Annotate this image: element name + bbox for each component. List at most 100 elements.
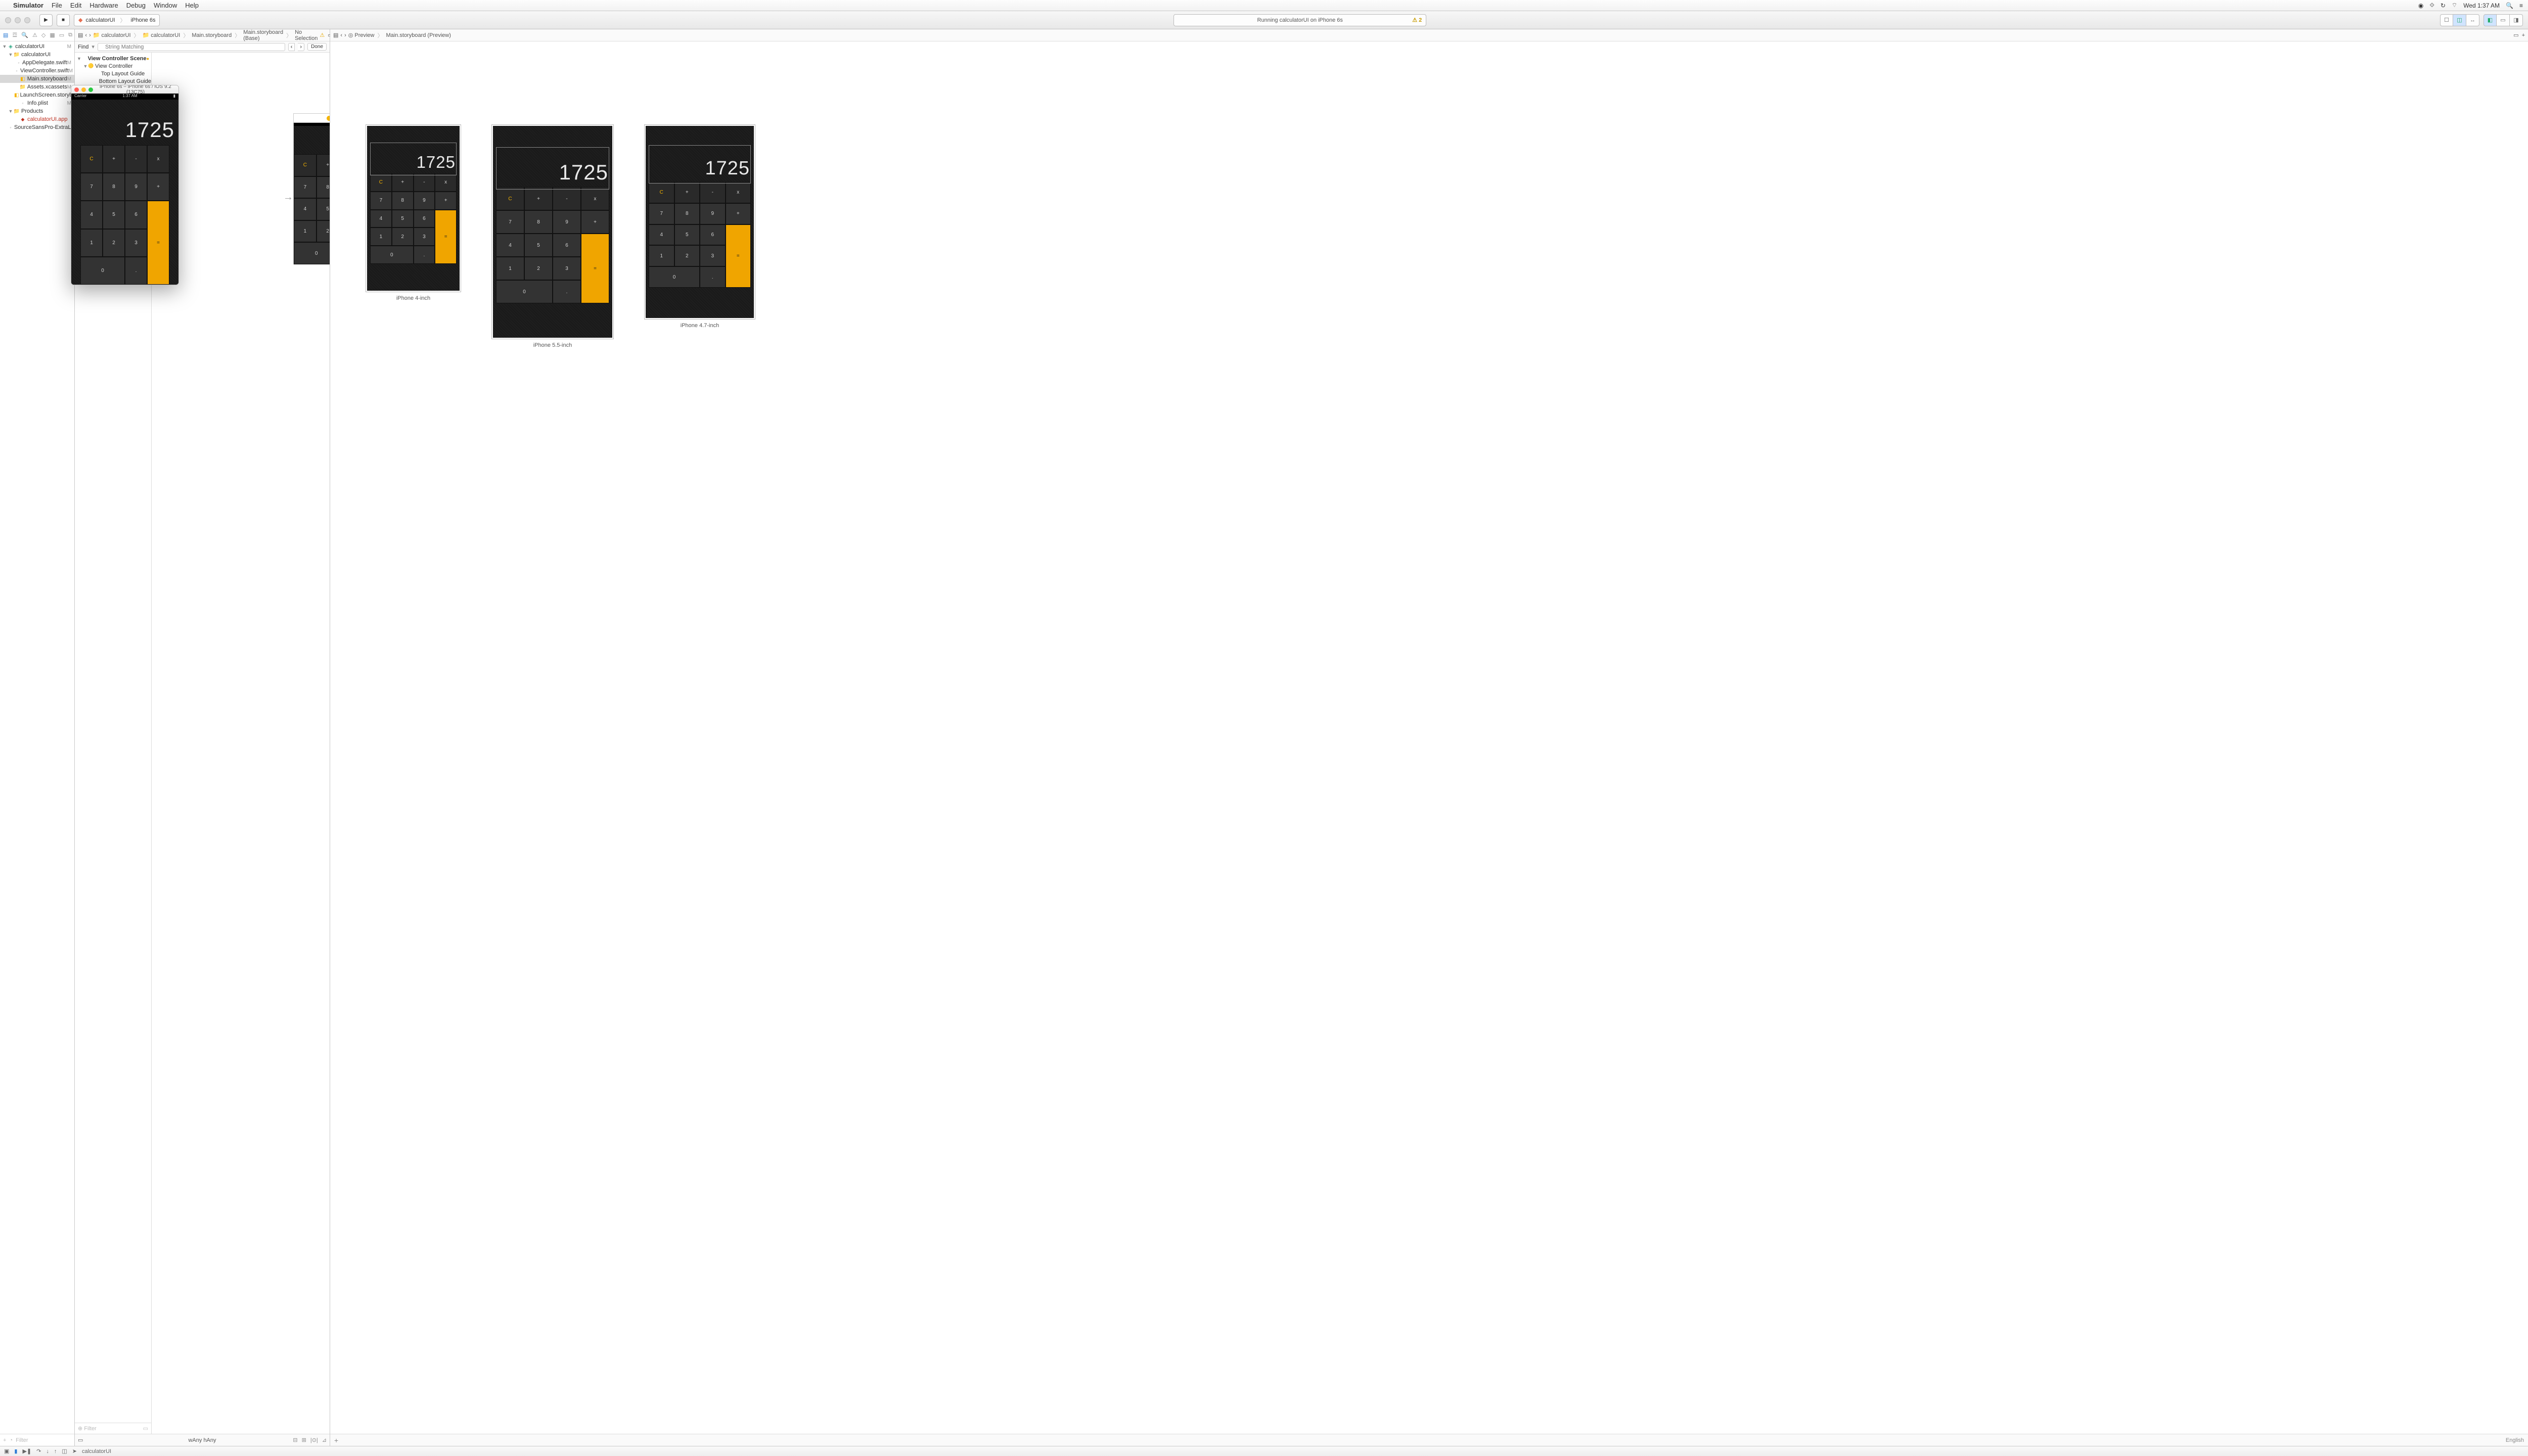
resize-tool-icon[interactable]: ⊿ (322, 1437, 327, 1443)
calc-key[interactable]: x (726, 182, 751, 203)
filter-recent-icon[interactable]: ◔ (9, 1437, 13, 1443)
toggle-utilities-button[interactable]: ◨ (2510, 14, 2523, 26)
menu-window[interactable]: Window (154, 2, 177, 9)
symbol-navigator-tab-icon[interactable]: ☲ (12, 32, 17, 38)
menu-debug[interactable]: Debug (126, 2, 146, 9)
view-controller-dock-icon[interactable] (327, 116, 330, 121)
menu-file[interactable]: File (52, 2, 62, 9)
debug-toggle-icon[interactable]: ▣ (4, 1448, 9, 1454)
calc-key[interactable]: 2 (103, 229, 125, 257)
spotlight-icon[interactable]: 🔍 (2506, 2, 2513, 9)
jump-warn-icon[interactable]: ⚠ (320, 32, 325, 38)
calc-key[interactable]: 5 (674, 224, 700, 246)
calc-key[interactable]: 0 (496, 280, 553, 303)
view-controller-scene[interactable]: 1725 C+-x789+456=1230.= (293, 113, 330, 264)
calc-key[interactable]: . (414, 246, 435, 264)
add-target-icon[interactable]: + (3, 1437, 6, 1443)
calc-key[interactable]: - (125, 145, 147, 173)
calc-key[interactable]: C (80, 145, 103, 173)
activity-warning-badge[interactable]: ⚠ 2 (1412, 17, 1422, 23)
calc-key[interactable]: - (414, 173, 435, 192)
calc-key[interactable]: + (581, 210, 609, 234)
project-tree-row[interactable]: Info.plistM (0, 99, 74, 107)
back-button-icon[interactable]: ‹ (85, 32, 87, 38)
calc-key[interactable]: 4 (294, 198, 317, 220)
calc-key[interactable]: + (103, 145, 125, 173)
calc-key[interactable]: + (435, 192, 457, 210)
project-tree-row[interactable]: AppDelegate.swiftM (0, 59, 74, 67)
breakpoint-navigator-tab-icon[interactable]: ▭ (59, 32, 64, 38)
calc-key[interactable]: 1 (80, 229, 103, 257)
preview-device[interactable]: 1725C+-x789+456=1230.=iPhone 4.7-inch (644, 124, 755, 329)
project-tree-row[interactable]: Assets.xcassetsM (0, 83, 74, 91)
jump-bar-left[interactable]: ▤ ‹ › 📁calculatorUI〉 📁calculatorUI〉 Main… (75, 29, 330, 41)
calc-key[interactable]: 1 (496, 257, 524, 280)
find-prev-icon[interactable]: ‹ (288, 43, 295, 51)
add-preview-device-button[interactable]: + (334, 1436, 338, 1444)
window-traffic-lights[interactable] (5, 17, 30, 23)
scheme-selector[interactable]: ◆ calculatorUI 〉 iPhone 6s (74, 14, 160, 26)
menu-help[interactable]: Help (185, 2, 199, 9)
notification-center-icon[interactable]: ≡ (2519, 2, 2523, 9)
calc-key[interactable]: x (435, 173, 457, 192)
test-navigator-tab-icon[interactable]: ◇ (41, 32, 46, 38)
calc-key[interactable]: + (392, 173, 414, 192)
filter-placeholder[interactable]: Filter (16, 1437, 71, 1443)
outline-row[interactable]: ▼View Controller Scene● (75, 55, 151, 62)
calc-key[interactable]: 9 (414, 192, 435, 210)
calc-key[interactable]: 8 (103, 173, 125, 201)
calc-key[interactable]: 4 (496, 234, 524, 257)
calc-key[interactable]: 7 (370, 192, 392, 210)
preview-language-selector[interactable]: English (2506, 1437, 2524, 1443)
standard-editor-button[interactable]: ☐ (2440, 14, 2453, 26)
calc-key[interactable]: 7 (496, 210, 524, 234)
calc-key[interactable]: + (317, 154, 330, 176)
calc-key[interactable]: C (496, 187, 524, 210)
related-items-icon[interactable]: ▤ (78, 32, 83, 38)
debug-target[interactable]: calculatorUI (82, 1448, 111, 1454)
calc-key[interactable]: + (147, 173, 169, 201)
status-sync-icon[interactable]: ↻ (2441, 2, 2446, 9)
calc-key[interactable]: 5 (317, 198, 330, 220)
calc-key[interactable]: 3 (553, 257, 581, 280)
sim-minimize-icon[interactable] (81, 87, 86, 92)
toggle-navigator-button[interactable]: ◧ (2484, 14, 2497, 26)
calc-key[interactable]: 1 (370, 228, 392, 246)
calc-key[interactable]: x (581, 187, 609, 210)
calc-key[interactable]: - (700, 182, 726, 203)
debug-location-icon[interactable]: ➤ (72, 1448, 77, 1454)
assistant-related-icon[interactable]: ▤ (333, 32, 338, 38)
calc-key[interactable]: 4 (649, 224, 674, 246)
calc-key[interactable]: . (125, 257, 147, 285)
calc-key[interactable]: 7 (80, 173, 103, 201)
debug-step-into-icon[interactable]: ↓ (46, 1448, 49, 1454)
debug-step-over-icon[interactable]: ↷ (36, 1448, 41, 1454)
find-input[interactable] (98, 43, 285, 51)
calc-key[interactable]: 1 (649, 245, 674, 266)
calc-key[interactable]: . (700, 266, 726, 288)
outline-row[interactable]: ▼🟡View Controller (75, 62, 151, 70)
status-wifi-icon[interactable]: ⌔ (2452, 2, 2457, 9)
calc-key[interactable]: 9 (700, 203, 726, 224)
find-mode-label[interactable]: Find (78, 44, 88, 50)
assistant-toggle-icon[interactable]: ▭ (2513, 32, 2518, 38)
preview-device[interactable]: 1725C+-x789+456=1230.=iPhone 5.5-inch (491, 124, 614, 348)
stop-button[interactable]: ■ (57, 14, 70, 26)
calc-key[interactable]: 6 (553, 234, 581, 257)
status-dropbox-icon[interactable]: ⟐ (2429, 2, 2434, 9)
calc-key[interactable]: 5 (524, 234, 553, 257)
calc-key[interactable]: 6 (700, 224, 726, 246)
calc-key[interactable]: 4 (370, 210, 392, 228)
calc-key[interactable]: 8 (524, 210, 553, 234)
assistant-add-icon[interactable]: + (2522, 32, 2525, 38)
calculator-scene-view[interactable]: 1725 C+-x789+456=1230.= (293, 122, 330, 264)
project-navigator-tab-icon[interactable]: ▤ (3, 32, 8, 38)
calc-key[interactable]: 0 (649, 266, 700, 288)
calc-key[interactable]: 3 (700, 245, 726, 266)
project-tree-row[interactable]: calculatorUI.app (0, 115, 74, 123)
project-tree-row[interactable]: Main.storyboardM (0, 75, 74, 83)
project-tree-row[interactable]: ▼calculatorUI (0, 51, 74, 59)
forward-button-icon[interactable]: › (89, 32, 91, 38)
debug-step-out-icon[interactable]: ↑ (54, 1448, 57, 1454)
assistant-forward-icon[interactable]: › (344, 32, 346, 38)
